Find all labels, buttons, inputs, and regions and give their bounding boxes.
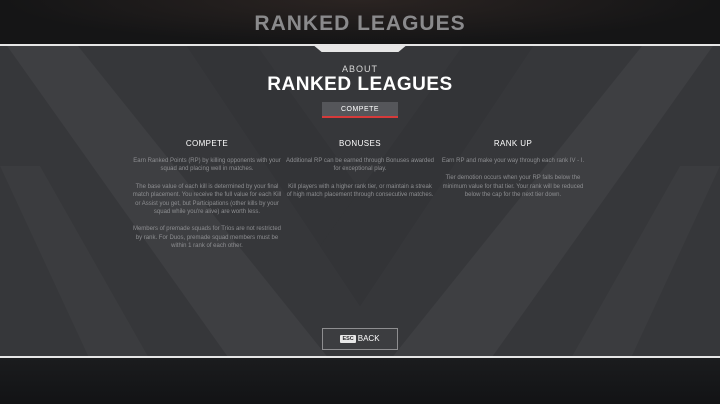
column-paragraph: Additional RP can be earned through Bonu… <box>286 158 434 173</box>
panel-title: RANKED LEAGUES <box>267 74 453 95</box>
column-heading: RANK UP <box>493 139 533 148</box>
column-bonuses: BONUSES Additional RP can be earned thro… <box>285 139 435 209</box>
column-paragraph: The base value of each kill is determine… <box>132 183 282 216</box>
column-heading: COMPETE <box>185 139 229 148</box>
back-button-label: BACK <box>357 334 380 343</box>
column-paragraph: Tier demotion occurs when your RP falls … <box>442 175 584 199</box>
about-panel: ABOUT RANKED LEAGUES COMPETE COMPETE Ear… <box>0 44 720 358</box>
column-paragraph: Earn RP and make your way through each r… <box>441 158 585 164</box>
back-button[interactable]: ESC BACK <box>322 328 398 350</box>
about-label: ABOUT <box>341 64 378 74</box>
column-rank-up: RANK UP Earn RP and make your way throug… <box>438 139 588 209</box>
bottom-band <box>0 358 720 404</box>
column-paragraph: Kill players with a higher rank tier, or… <box>286 183 434 199</box>
tab-compete[interactable]: COMPETE <box>322 102 398 118</box>
column-heading: BONUSES <box>339 139 381 148</box>
column-compete: COMPETE Earn Ranked Points (RP) by killi… <box>132 139 282 260</box>
screen-title: RANKED LEAGUES <box>254 12 466 35</box>
panel-top-notch <box>312 46 408 52</box>
ranked-leagues-screen: RANKED LEAGUES ABOUT RANKED LEAGUES COMP… <box>0 0 720 404</box>
keyboard-key-icon: ESC <box>340 335 356 343</box>
column-paragraph: Members of premade squads for Trios are … <box>132 226 282 250</box>
column-paragraph: Earn Ranked Points (RP) by killing oppon… <box>133 158 281 173</box>
